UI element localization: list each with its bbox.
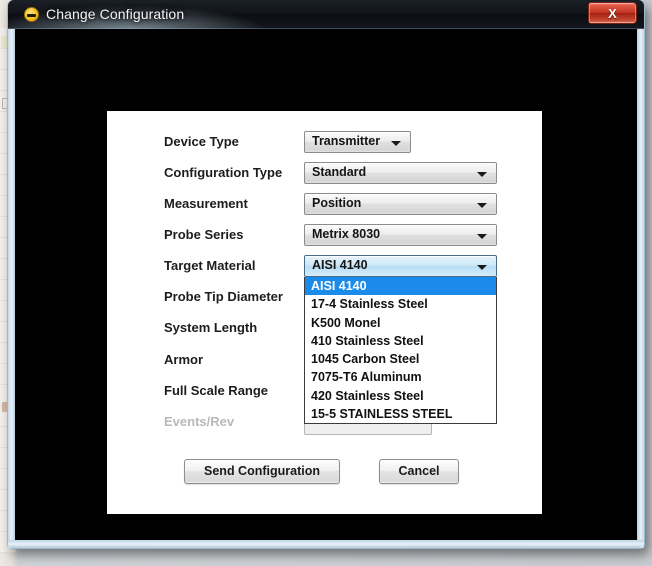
dropdown-option[interactable]: 7075-T6 Aluminum (305, 368, 496, 386)
send-configuration-button[interactable]: Send Configuration (184, 459, 340, 484)
dropdown-option[interactable]: 420 Stainless Steel (305, 387, 496, 405)
chevron-down-icon (391, 141, 401, 146)
label-full-scale-range: Full Scale Range (164, 383, 269, 398)
probe-series-combobox[interactable]: Metrix 8030 (304, 224, 497, 246)
window-title: Change Configuration (46, 6, 185, 22)
window-frame-bottom (8, 540, 644, 548)
dropdown-option[interactable]: AISI 4140 (305, 277, 496, 296)
chevron-down-icon (477, 265, 487, 270)
device-type-value: Transmitter (312, 134, 381, 148)
configuration-type-value: Standard (312, 165, 367, 179)
close-button[interactable]: X (588, 2, 637, 24)
form-row-probe-series: Probe Series Metrix 8030 (107, 224, 542, 250)
dropdown-option[interactable]: 17-4 Stainless Steel (305, 295, 496, 313)
label-probe-tip-diameter: Probe Tip Diameter (164, 289, 283, 304)
form-row-target-material: Target Material AISI 4140 AISI 4140 17-4… (107, 255, 542, 425)
cancel-button[interactable]: Cancel (379, 459, 459, 484)
target-material-value: AISI 4140 (312, 258, 368, 272)
measurement-combobox[interactable]: Position (304, 193, 497, 215)
dropdown-option[interactable]: 410 Stainless Steel (305, 332, 496, 350)
form-row-configuration-type: Configuration Type Standard (107, 162, 542, 188)
label-events-per-rev: Events/Rev (164, 414, 235, 429)
target-material-combobox[interactable]: AISI 4140 (304, 255, 497, 277)
configuration-type-combobox[interactable]: Standard (304, 162, 497, 184)
probe-series-value: Metrix 8030 (312, 227, 381, 241)
window-frame-right (637, 28, 644, 548)
change-configuration-dialog: Change Configuration X Device Type Trans… (7, 0, 645, 549)
label-configuration-type: Configuration Type (164, 165, 283, 180)
device-type-combobox[interactable]: Transmitter (304, 131, 411, 153)
minus-circle-icon (24, 7, 39, 22)
dialog-button-bar: Send Configuration Cancel (107, 459, 542, 485)
form-row-device-type: Device Type Transmitter (107, 131, 542, 157)
window-frame-left (8, 28, 15, 548)
label-system-length: System Length (164, 320, 258, 335)
label-armor: Armor (164, 352, 204, 367)
dropdown-option[interactable]: K500 Monel (305, 314, 496, 332)
label-device-type: Device Type (164, 134, 239, 149)
chevron-down-icon (477, 234, 487, 239)
dialog-body: Device Type Transmitter Configuration Ty… (15, 29, 637, 540)
title-bar[interactable]: Change Configuration X (8, 0, 644, 29)
label-measurement: Measurement (164, 196, 248, 211)
label-probe-series: Probe Series (164, 227, 244, 242)
label-target-material: Target Material (164, 258, 256, 273)
measurement-value: Position (312, 196, 362, 210)
chevron-down-icon (477, 172, 487, 177)
close-icon: X (608, 6, 617, 21)
dropdown-option[interactable]: 15-5 STAINLESS STEEL (305, 405, 496, 423)
target-material-dropdown-list[interactable]: AISI 4140 17-4 Stainless Steel K500 Mone… (304, 277, 497, 425)
chevron-down-icon (477, 203, 487, 208)
configuration-form-panel: Device Type Transmitter Configuration Ty… (107, 111, 542, 514)
dropdown-option[interactable]: 1045 Carbon Steel (305, 350, 496, 368)
form-row-measurement: Measurement Position (107, 193, 542, 219)
